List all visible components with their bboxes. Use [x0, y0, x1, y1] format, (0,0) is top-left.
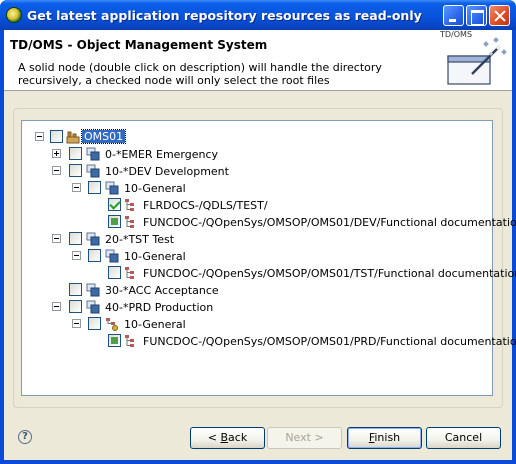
collapse-toggle[interactable]	[72, 319, 81, 328]
page-description: A solid node (double click on descriptio…	[18, 61, 382, 87]
tree-checkbox[interactable]	[50, 130, 63, 143]
finish-button[interactable]: Finish	[347, 427, 422, 449]
tree-node-label[interactable]: FLRDOCS-/QDLS/TEST/	[143, 199, 268, 212]
back-rest: ack	[228, 431, 248, 444]
tree-node-label[interactable]: 10-General	[124, 318, 186, 331]
environment-node-icon	[86, 164, 100, 178]
tree-checkbox[interactable]	[69, 300, 82, 313]
tree-node-label[interactable]: OMS01	[80, 129, 127, 144]
back-mnemonic: B	[220, 431, 229, 444]
environment-node-icon	[86, 232, 100, 246]
back-prefix: <	[207, 431, 221, 444]
folder-tree-icon	[125, 335, 134, 347]
group-node-icon	[105, 249, 119, 263]
title-bar[interactable]: Get latest application repository resour…	[0, 0, 516, 30]
group-node-icon	[105, 181, 119, 195]
tree-node-label[interactable]: 10-General	[124, 250, 186, 263]
tree-node-label[interactable]: 0-*EMER Emergency	[105, 148, 218, 161]
tree-row[interactable]: FLRDOCS-/QDLS/TEST/	[22, 197, 482, 214]
tree-checkbox[interactable]	[69, 232, 82, 245]
wizard-header: TD/OMS - Object Management System A soli…	[4, 30, 512, 91]
system-node-icon	[66, 131, 80, 144]
finish-rest: inish	[374, 431, 401, 444]
environment-node-icon	[86, 283, 100, 297]
tree-row[interactable]: FUNCDOC-/QOpenSys/OMSOP/OMS01/DEV/Functi…	[22, 214, 516, 231]
cancel-button[interactable]: Cancel	[426, 427, 501, 449]
tree-row[interactable]: FUNCDOC-/QOpenSys/OMSOP/OMS01/PRD/Functi…	[22, 333, 516, 350]
tree-checkbox[interactable]	[69, 147, 82, 160]
environment-node-icon	[86, 147, 100, 161]
tree-node-label[interactable]: 20-*TST Test	[105, 233, 174, 246]
close-button[interactable]	[489, 5, 510, 26]
tree-node-label[interactable]: 10-*DEV Development	[105, 165, 229, 178]
window-title: Get latest application repository resour…	[27, 8, 422, 23]
tree-row[interactable]: 10-General	[22, 180, 482, 197]
app-globe-icon	[6, 7, 22, 23]
page-title: TD/OMS - Object Management System	[10, 38, 268, 52]
tree-node-label[interactable]: 10-General	[124, 182, 186, 195]
dialog-window: Get latest application repository resour…	[0, 0, 516, 464]
tree-row[interactable]: 10-General	[22, 248, 482, 265]
collapse-toggle[interactable]	[52, 302, 61, 311]
tree-node-label[interactable]: 30-*ACC Acceptance	[105, 284, 219, 297]
tree-checkbox[interactable]	[108, 334, 121, 347]
help-icon[interactable]: ?	[18, 430, 32, 444]
expand-toggle[interactable]	[52, 149, 61, 158]
group-gear-node-icon	[106, 318, 118, 331]
tree-node-label[interactable]: 40-*PRD Production	[105, 301, 213, 314]
folder-tree-icon	[125, 199, 134, 211]
tdoms-logo: TD/OMS	[434, 30, 510, 88]
environment-node-icon	[86, 300, 100, 314]
tree-checkbox[interactable]	[88, 317, 101, 330]
logo-text: TD/OMS	[440, 30, 473, 39]
collapse-toggle[interactable]	[52, 234, 61, 243]
tree-checkbox[interactable]	[69, 164, 82, 177]
tree-checkbox[interactable]	[69, 283, 82, 296]
tree-checkbox[interactable]	[108, 198, 121, 211]
dialog-client: TD/OMS - Object Management System A soli…	[4, 30, 516, 460]
tree-row-root[interactable]: OMS01	[22, 129, 482, 146]
resource-tree[interactable]: OMS01 0-*EMER Emergency 10-*DEV Developm…	[21, 120, 516, 396]
collapse-toggle[interactable]	[52, 166, 61, 175]
collapse-toggle[interactable]	[72, 251, 81, 260]
tree-node-label[interactable]: FUNCDOC-/QOpenSys/OMSOP/OMS01/TST/Functi…	[143, 267, 516, 280]
tree-row[interactable]: FUNCDOC-/QOpenSys/OMSOP/OMS01/TST/Functi…	[22, 265, 516, 282]
tree-row[interactable]: 20-*TST Test	[22, 231, 482, 248]
tree-checkbox[interactable]	[88, 249, 101, 262]
tree-row[interactable]: 40-*PRD Production	[22, 299, 482, 316]
tree-row[interactable]: 0-*EMER Emergency	[22, 146, 482, 163]
collapse-toggle[interactable]	[35, 132, 44, 141]
tree-row[interactable]: 30-*ACC Acceptance	[22, 282, 482, 299]
back-button[interactable]: < Back	[190, 427, 265, 449]
folder-tree-icon	[125, 216, 134, 228]
tree-checkbox[interactable]	[88, 181, 101, 194]
minimize-button[interactable]	[443, 5, 464, 26]
tree-checkbox[interactable]	[108, 215, 121, 228]
folder-tree-icon	[125, 267, 134, 279]
tree-node-label[interactable]: FUNCDOC-/QOpenSys/OMSOP/OMS01/DEV/Functi…	[143, 216, 516, 229]
tree-checkbox[interactable]	[108, 266, 121, 279]
next-button[interactable]: Next >	[267, 427, 342, 449]
tree-row[interactable]: 10-General	[22, 316, 482, 333]
tree-node-label[interactable]: FUNCDOC-/QOpenSys/OMSOP/OMS01/PRD/Functi…	[143, 335, 516, 348]
tree-row[interactable]: 10-*DEV Development	[22, 163, 482, 180]
maximize-button[interactable]	[466, 5, 487, 26]
collapse-toggle[interactable]	[72, 183, 81, 192]
